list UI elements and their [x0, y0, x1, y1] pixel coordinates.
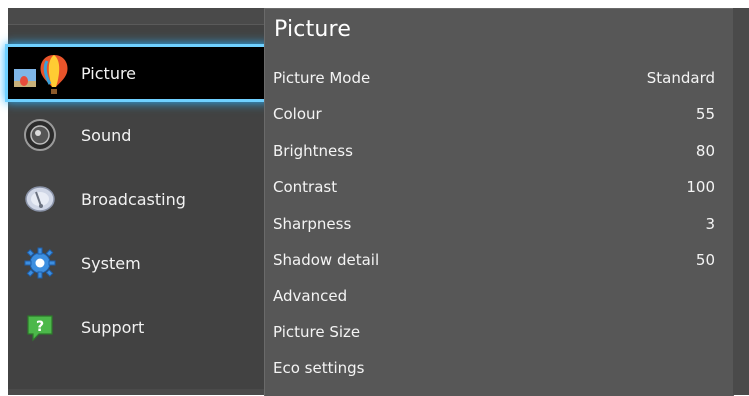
- setting-row-colour[interactable]: Colour 55: [273, 97, 715, 131]
- sidebar-item-label: System: [81, 253, 141, 273]
- sidebar-item-support[interactable]: ? Support: [8, 301, 264, 353]
- setting-value: 80: [695, 142, 715, 160]
- setting-value: 50: [695, 251, 715, 269]
- setting-value: 100: [686, 178, 715, 196]
- setting-row-sharpness[interactable]: Sharpness 3: [273, 207, 715, 241]
- setting-name: Eco settings: [273, 359, 365, 377]
- sidebar-item-picture[interactable]: Picture: [8, 47, 268, 99]
- setting-name: Advanced: [273, 287, 348, 305]
- picture-panel: Picture Picture Mode Standard Colour 55 …: [264, 8, 734, 396]
- setting-row-advanced[interactable]: Advanced: [273, 279, 715, 313]
- setting-value: Standard: [646, 69, 715, 87]
- setting-name: Picture Size: [273, 323, 361, 341]
- speaker-icon: [22, 117, 58, 153]
- svg-text:?: ?: [36, 319, 44, 335]
- gear-icon: [22, 245, 58, 281]
- sidebar-item-broadcasting[interactable]: Broadcasting: [8, 173, 264, 225]
- setting-row-picture-size[interactable]: Picture Size: [273, 315, 715, 349]
- help-icon: ?: [22, 309, 58, 345]
- setting-name: Colour: [273, 105, 322, 123]
- satellite-dish-icon: [22, 181, 58, 217]
- setting-row-contrast[interactable]: Contrast 100: [273, 170, 715, 204]
- balloon-icon: [14, 51, 72, 95]
- setting-name: Brightness: [273, 142, 353, 160]
- setting-name: Shadow detail: [273, 251, 380, 269]
- setting-value: 3: [705, 215, 715, 233]
- sidebar: Picture Sound Broadcasting System ? Supp…: [8, 24, 268, 389]
- sidebar-item-system[interactable]: System: [8, 237, 264, 289]
- setting-row-picture-mode[interactable]: Picture Mode Standard: [273, 61, 715, 95]
- setting-row-brightness[interactable]: Brightness 80: [273, 134, 715, 168]
- frame-edge: [733, 8, 749, 395]
- setting-name: Picture Mode: [273, 69, 371, 87]
- setting-row-shadow-detail[interactable]: Shadow detail 50: [273, 243, 715, 277]
- setting-name: Contrast: [273, 178, 338, 196]
- sidebar-item-label: Sound: [81, 125, 132, 145]
- sidebar-item-label: Support: [81, 317, 145, 337]
- setting-row-eco-settings[interactable]: Eco settings: [273, 351, 715, 385]
- setting-value: 55: [695, 105, 715, 123]
- setting-name: Sharpness: [273, 215, 352, 233]
- panel-title: Picture: [274, 17, 352, 42]
- sidebar-item-label: Picture: [81, 63, 137, 83]
- sidebar-item-label: Broadcasting: [81, 189, 186, 209]
- sidebar-item-sound[interactable]: Sound: [8, 109, 264, 161]
